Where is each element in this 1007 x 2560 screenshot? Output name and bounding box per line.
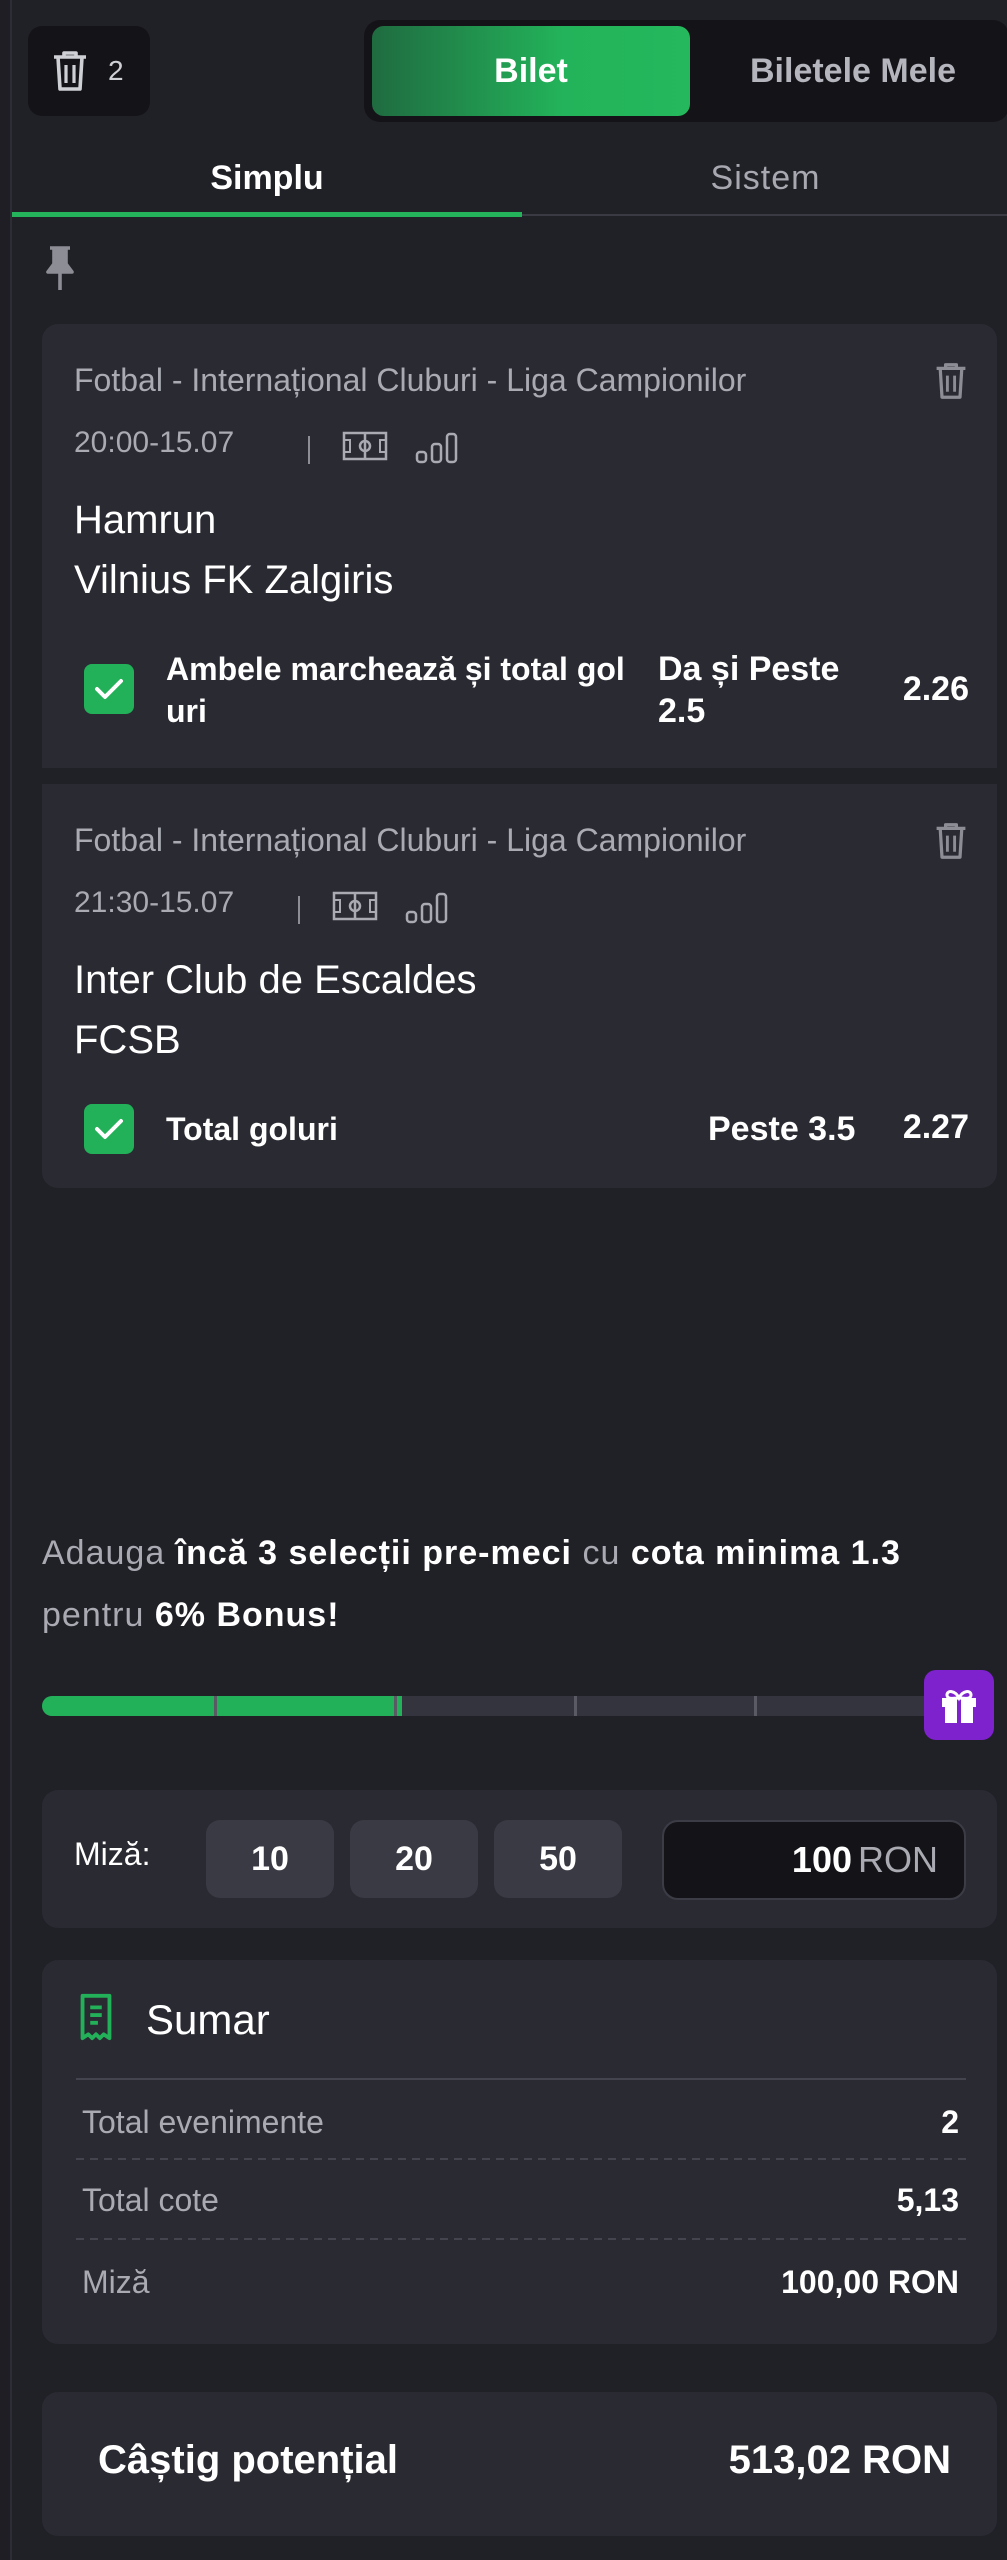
bonus-highlight: încă 3 selecții pre-meci <box>175 1534 572 1572</box>
selection-checkbox[interactable] <box>84 1104 134 1154</box>
home-team: Inter Club de Escaldes <box>74 958 477 1002</box>
summary-panel: Sumar Total evenimente 2 Total cote 5,13… <box>42 1960 997 2344</box>
selection-pick: Peste 3.5 <box>708 1110 856 1148</box>
stats-icon[interactable] <box>404 890 450 924</box>
league-name: Fotbal - Internațional Cluburi - Liga Ca… <box>74 822 747 858</box>
bonus-progress-bar <box>42 1696 942 1716</box>
bonus-highlight: 6% Bonus! <box>154 1596 340 1634</box>
summary-title: Sumar <box>146 1996 270 2043</box>
stats-icon[interactable] <box>414 430 460 464</box>
summary-row-label: Total cote <box>82 2182 219 2218</box>
summary-row-label: Total evenimente <box>82 2104 324 2140</box>
stake-chip-50[interactable]: 50 <box>494 1820 622 1898</box>
home-team: Hamrun <box>74 498 217 542</box>
progress-tick <box>574 1696 577 1716</box>
stake-currency: RON <box>858 1839 938 1880</box>
away-team: Vilnius FK Zalgiris <box>74 558 394 602</box>
potential-win-panel: Câștig potențial 513,02 RON <box>42 2392 997 2536</box>
check-icon <box>95 1119 123 1139</box>
bonus-progress-fill <box>42 1696 402 1716</box>
gift-icon <box>942 1690 976 1723</box>
trash-icon[interactable] <box>933 818 969 864</box>
event-datetime: 20:00-15.07 <box>74 426 235 459</box>
bonus-highlight: cota minima 1.3 <box>630 1534 901 1572</box>
divider <box>76 2078 966 2080</box>
tab-simplu[interactable]: Simplu <box>12 140 522 216</box>
event-datetime: 21:30-15.07 <box>74 886 235 919</box>
stake-label: Miză: <box>74 1836 151 1872</box>
check-icon <box>95 679 123 699</box>
bonus-text: pentru <box>42 1596 145 1634</box>
tab-biletele-mele[interactable]: Biletele Mele <box>694 26 1007 116</box>
ticket-segment-control: Bilet Biletele Mele <box>364 20 1007 122</box>
selection-checkbox[interactable] <box>84 664 134 714</box>
event-card: Fotbal - Internațional Cluburi - Liga Ca… <box>42 784 997 1188</box>
selection-odd: 2.27 <box>902 1108 969 1146</box>
active-tab-indicator <box>12 212 522 217</box>
progress-tick <box>214 1696 217 1716</box>
tab-bilet[interactable]: Bilet <box>372 26 690 116</box>
bonus-message: Adauga încă 3 selecții pre-meci cu cota … <box>42 1522 997 1646</box>
stake-chip-20[interactable]: 20 <box>350 1820 478 1898</box>
divider <box>76 2238 966 2240</box>
event-card: Fotbal - Internațional Cluburi - Liga Ca… <box>42 324 997 768</box>
bonus-gift-button[interactable] <box>924 1670 994 1740</box>
summary-row-value: 5,13 <box>896 2182 959 2218</box>
bonus-text: cu <box>582 1534 621 1572</box>
receipt-icon <box>80 1993 112 2041</box>
selection-count: 2 <box>108 55 124 86</box>
progress-tick <box>394 1696 397 1716</box>
summary-row-value: 2 <box>941 2104 959 2140</box>
field-icon[interactable] <box>332 890 378 922</box>
potential-win-value: 513,02 RON <box>728 2438 951 2482</box>
bonus-text: Adauga <box>42 1534 166 1572</box>
bet-type-tabs: Simplu Sistem <box>12 140 1007 216</box>
market-name: Total goluri <box>166 1111 338 1147</box>
divider <box>308 436 310 464</box>
progress-tick <box>754 1696 757 1716</box>
summary-row-label: Miză <box>82 2264 150 2300</box>
away-team: FCSB <box>74 1018 181 1062</box>
clear-selections-button[interactable]: 2 <box>28 26 150 116</box>
stake-value: 100 <box>791 1839 852 1880</box>
trash-icon <box>54 51 86 91</box>
stake-panel: Miză: 10 20 50 100 RON <box>42 1790 997 1928</box>
selection-odd: 2.26 <box>902 670 969 708</box>
league-name: Fotbal - Internațional Cluburi - Liga Ca… <box>74 362 747 398</box>
trash-icon[interactable] <box>933 358 969 404</box>
divider <box>76 2158 966 2160</box>
tab-sistem[interactable]: Sistem <box>522 140 1007 216</box>
divider <box>298 896 300 924</box>
potential-win-label: Câștig potențial <box>98 2438 399 2482</box>
betslip-panel: 2 Bilet Biletele Mele Simplu Sistem Fotb… <box>10 0 1007 2560</box>
stake-input[interactable]: 100 RON <box>662 1820 966 1900</box>
selection-pick: Da și Peste 2.5 <box>658 650 840 730</box>
market-name: Ambele marchează și total goluri <box>166 651 625 729</box>
field-icon[interactable] <box>342 430 388 462</box>
pin-icon[interactable] <box>40 244 80 292</box>
summary-row-value: 100,00 RON <box>781 2264 959 2300</box>
stake-chip-10[interactable]: 10 <box>206 1820 334 1898</box>
